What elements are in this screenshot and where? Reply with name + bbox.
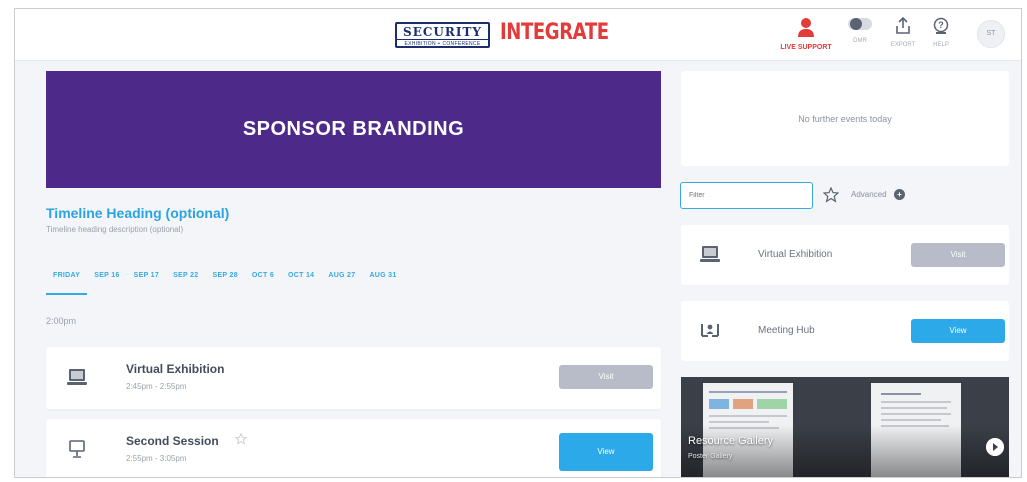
- tab-oct-14[interactable]: OCT 14: [281, 267, 321, 295]
- visit-button[interactable]: Visit: [911, 243, 1005, 267]
- tab-oct-6[interactable]: OCT 6: [245, 267, 281, 295]
- help-label: HELP: [933, 42, 949, 48]
- session-card[interactable]: Virtual Exhibition 2:45pm - 2:55pm Visit: [46, 347, 661, 409]
- star-icon[interactable]: [823, 187, 839, 203]
- tab-aug-31[interactable]: AUG 31: [362, 267, 403, 295]
- visit-button[interactable]: Visit: [559, 365, 653, 389]
- avatar[interactable]: ST: [977, 20, 1005, 48]
- live-support-button[interactable]: LIVE SUPPORT: [772, 17, 840, 51]
- export-icon: [896, 16, 910, 34]
- meeting-hub-icon: [701, 324, 719, 337]
- live-support-icon: [798, 18, 814, 37]
- gallery-overlay: [681, 425, 1009, 477]
- export-label: EXPORT: [890, 42, 916, 48]
- filter-input[interactable]: [680, 182, 813, 209]
- app-window: SECURITY EXHIBITION + CONFERENCE INTEGRA…: [14, 8, 1022, 478]
- tab-sep-16[interactable]: SEP 16: [87, 267, 126, 295]
- advanced-link[interactable]: Advanced: [851, 190, 887, 199]
- time-slot-label: 2:00pm: [46, 316, 77, 326]
- tab-aug-27[interactable]: AUG 27: [321, 267, 362, 295]
- svg-text:?: ?: [938, 20, 944, 30]
- card-title: Virtual Exhibition: [758, 249, 833, 260]
- advanced-settings-icon[interactable]: +: [894, 189, 905, 200]
- page-content: SPONSOR BRANDING Timeline Heading (optio…: [15, 61, 1021, 477]
- integrate-logo: INTEGRATE: [500, 20, 609, 45]
- gallery-title: Resource Gallery: [688, 435, 773, 447]
- timeline-description: Timeline heading description (optional): [46, 225, 184, 234]
- card-title: Meeting Hub: [758, 325, 815, 336]
- top-bar: SECURITY EXHIBITION + CONFERENCE INTEGRA…: [15, 9, 1021, 61]
- help-icon: ?: [933, 17, 949, 34]
- dmr-toggle[interactable]: DMR: [843, 17, 877, 44]
- sponsor-label: SPONSOR BRANDING: [242, 118, 465, 140]
- session-time: 2:45pm - 2:55pm: [126, 382, 187, 391]
- tab-sep-22[interactable]: SEP 22: [166, 267, 205, 295]
- session-title: Second Session: [126, 434, 219, 448]
- resource-gallery[interactable]: Resource Gallery Poster Gallery: [681, 377, 1009, 477]
- timeline-heading: Timeline Heading (optional): [46, 205, 230, 221]
- no-events-message: No further events today: [798, 113, 892, 124]
- events-panel: No further events today: [681, 71, 1009, 166]
- toggle-icon: [848, 18, 872, 30]
- session-title: Virtual Exhibition: [126, 362, 225, 376]
- sidebar-card-meeting-hub[interactable]: Meeting Hub View: [681, 301, 1009, 361]
- session-card[interactable]: Second Session 2:55pm - 3:05pm View: [46, 419, 661, 477]
- next-arrow-icon[interactable]: [986, 438, 1004, 456]
- sidebar-card-virtual-exhibition[interactable]: Virtual Exhibition Visit: [681, 225, 1009, 285]
- view-button[interactable]: View: [911, 319, 1005, 343]
- view-button[interactable]: View: [559, 433, 653, 471]
- export-button[interactable]: EXPORT: [883, 16, 923, 48]
- sponsor-banner[interactable]: SPONSOR BRANDING: [46, 71, 661, 188]
- dmr-label: DMR: [853, 38, 867, 44]
- favorite-star-icon[interactable]: [235, 433, 247, 445]
- tab-friday[interactable]: FRIDAY: [46, 267, 88, 295]
- tab-sep-17[interactable]: SEP 17: [127, 267, 166, 295]
- gallery-subtitle: Poster Gallery: [688, 453, 733, 460]
- monitor-icon: [700, 246, 720, 262]
- date-tabs: FRIDAY SEP 16 SEP 17 SEP 22 SEP 28 OCT 6…: [46, 267, 404, 295]
- security-logo: SECURITY EXHIBITION + CONFERENCE: [395, 22, 490, 48]
- tab-sep-28[interactable]: SEP 28: [205, 267, 244, 295]
- session-time: 2:55pm - 3:05pm: [126, 454, 187, 463]
- monitor-icon: [67, 369, 87, 385]
- help-button[interactable]: ? HELP: [921, 17, 961, 48]
- presentation-icon: [69, 440, 85, 458]
- live-support-label: LIVE SUPPORT: [780, 44, 832, 51]
